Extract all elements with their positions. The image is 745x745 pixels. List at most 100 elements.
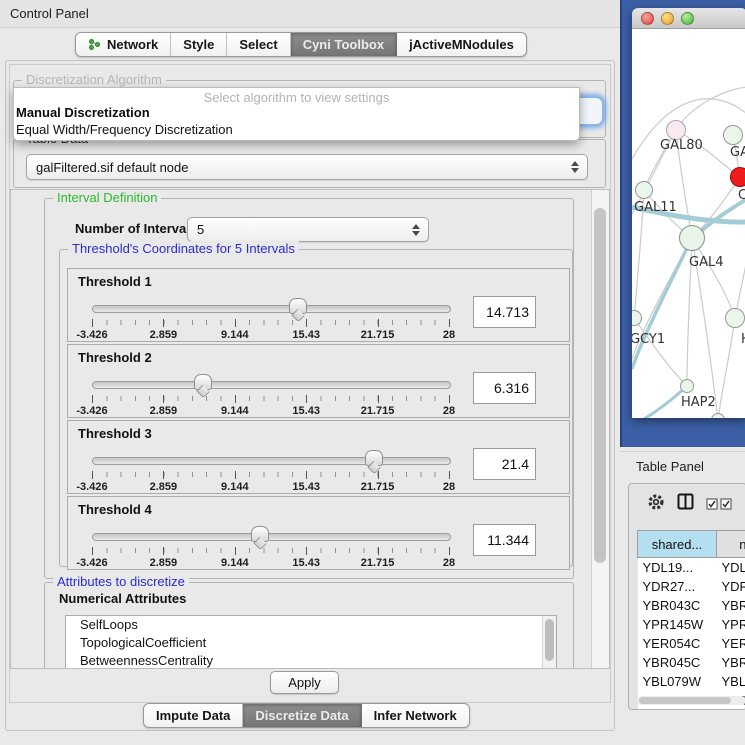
attribute-list-item[interactable]: TopologicalCoefficient <box>66 634 556 652</box>
slider-tick-label: 2.859 <box>150 481 178 493</box>
bottom-tab-bar: Impute DataDiscretize DataInfer Network <box>143 703 470 728</box>
threshold-value-field[interactable]: 21.4 <box>473 448 536 480</box>
threshold-box: Threshold 2 -3.4262.8599.14415.4321.7152… <box>67 344 570 418</box>
numerical-attributes-list[interactable]: SelfLoopsTopologicalCoefficientBetweenne… <box>65 615 557 669</box>
zoom-traffic-light-icon[interactable] <box>681 12 694 25</box>
settings-gear-icon[interactable] <box>647 493 665 516</box>
network-canvas[interactable]: GAL80GACGAL11GAL4GCY1HHAP2 <box>632 29 745 418</box>
tab-label: Style <box>183 37 214 52</box>
slider-handle-icon[interactable] <box>251 526 269 542</box>
slider-handle-icon[interactable] <box>365 450 383 466</box>
table-cell[interactable]: YDR2 <box>717 577 745 596</box>
table-cell[interactable]: YDR27... <box>638 577 717 596</box>
checkbox-icon <box>720 498 732 510</box>
threshold-value-field[interactable]: 6.316 <box>473 372 536 404</box>
network-node[interactable] <box>730 167 745 187</box>
interval-definition-groupbox: Interval Definition Number of Intervals … <box>44 198 574 579</box>
table-row[interactable]: YER054CYER0 <box>638 634 745 653</box>
slider-tick-label: 2.859 <box>150 405 178 417</box>
apply-button-label: Apply <box>288 675 321 690</box>
column-header-shared[interactable]: shared... <box>638 531 717 558</box>
table-cell[interactable]: YER054C <box>638 634 717 653</box>
column-header-name[interactable]: na <box>717 531 745 558</box>
table-cell[interactable]: YPR1 <box>717 615 745 634</box>
attribute-list-item[interactable]: BetweennessCentrality <box>66 652 556 669</box>
tab-jactivemnodules[interactable]: jActiveMNodules <box>397 33 526 56</box>
slider-major-tick <box>378 319 379 327</box>
slider-handle-icon[interactable] <box>194 374 212 390</box>
apply-button[interactable]: Apply <box>270 671 339 694</box>
close-traffic-light-icon[interactable] <box>641 12 654 25</box>
table-cell[interactable]: YBR0 <box>717 653 745 672</box>
network-node[interactable] <box>666 120 686 140</box>
table-row[interactable]: YDL19...YDL1 <box>638 558 745 578</box>
thresholds-groupbox: Threshold's Coordinates for 5 Intervals … <box>59 249 573 567</box>
network-window[interactable]: GAL80GACGAL11GAL4GCY1HHAP2 <box>632 8 745 418</box>
table-cell[interactable]: YBL079W <box>638 672 717 691</box>
slider-tick-label: 9.144 <box>221 557 249 569</box>
slider-minor-ticks <box>92 548 449 553</box>
tab-network[interactable]: Network <box>76 33 171 56</box>
table-row[interactable]: YPR145WYPR1 <box>638 615 745 634</box>
table-row[interactable]: YBL079WYBL0 <box>638 672 745 691</box>
tab-select[interactable]: Select <box>227 33 290 56</box>
network-node[interactable] <box>723 125 743 145</box>
network-node[interactable] <box>679 225 705 251</box>
attributes-scrollbar[interactable] <box>542 616 556 669</box>
checkbox-filter-icons[interactable] <box>706 498 732 510</box>
slider-track[interactable] <box>92 533 451 541</box>
threshold-value-field[interactable]: 11.344 <box>473 524 536 556</box>
attributes-groupbox: Attributes to discretize Numerical Attri… <box>44 582 574 669</box>
table-row[interactable]: YBR043CYBR0 <box>638 596 745 615</box>
slider-tick-label: 21.715 <box>361 557 395 569</box>
threshold-slider[interactable]: -3.4262.8599.14415.4321.71528 <box>92 450 449 490</box>
table-cell[interactable]: YBR0 <box>717 596 745 615</box>
network-node[interactable] <box>680 379 694 393</box>
number-of-intervals-combobox[interactable]: 5 <box>187 217 429 242</box>
network-node[interactable] <box>725 308 745 328</box>
minimize-traffic-light-icon[interactable] <box>661 12 674 25</box>
table-data-combobox[interactable]: galFiltered.sif default node <box>26 154 588 180</box>
slider-major-tick <box>378 547 379 555</box>
interval-definition-title: Interval Definition <box>53 190 161 205</box>
slider-track[interactable] <box>92 381 451 389</box>
slider-major-tick <box>235 471 236 479</box>
table-row[interactable]: YDR27...YDR2 <box>638 577 745 596</box>
table-row[interactable]: YBR045CYBR0 <box>638 653 745 672</box>
slider-track[interactable] <box>92 457 451 465</box>
node-attribute-table: shared... na YDL19...YDL1YDR27...YDR2YBR… <box>637 530 745 710</box>
table-cell[interactable]: YER0 <box>717 634 745 653</box>
slider-track[interactable] <box>92 305 451 313</box>
table-cell[interactable]: YBL0 <box>717 672 745 691</box>
algorithm-option-equal-width[interactable]: Equal Width/Frequency Discretization <box>16 122 233 137</box>
slider-major-tick <box>235 395 236 403</box>
slider-major-tick <box>163 319 164 327</box>
network-node[interactable] <box>635 181 653 199</box>
tab-cyni-toolbox[interactable]: Cyni Toolbox <box>291 33 397 56</box>
tab-infer-network[interactable]: Infer Network <box>362 704 469 727</box>
table-cell[interactable]: YBR043C <box>638 596 717 615</box>
network-window-titlebar[interactable] <box>632 8 745 29</box>
attribute-list-item[interactable]: SelfLoops <box>66 616 556 634</box>
slider-tick-label: 28 <box>443 481 455 493</box>
table-cell[interactable]: YDL19... <box>638 558 717 578</box>
settings-vertical-scrollbar[interactable] <box>591 190 609 668</box>
slider-major-tick <box>92 319 93 327</box>
slider-major-tick <box>92 547 93 555</box>
algorithm-option-manual[interactable]: Manual Discretization <box>16 105 150 120</box>
split-columns-icon[interactable] <box>677 493 694 515</box>
threshold-slider[interactable]: -3.4262.8599.14415.4321.71528 <box>92 298 449 338</box>
slider-tick-label: 9.144 <box>221 481 249 493</box>
slider-handle-icon[interactable] <box>289 298 307 314</box>
table-horizontal-scrollbar[interactable] <box>637 696 745 705</box>
threshold-slider[interactable]: -3.4262.8599.14415.4321.71528 <box>92 374 449 414</box>
tab-style[interactable]: Style <box>171 33 227 56</box>
threshold-slider[interactable]: -3.4262.8599.14415.4321.71528 <box>92 526 449 566</box>
slider-tick-label: 15.43 <box>292 405 320 417</box>
table-cell[interactable]: YDL1 <box>717 558 745 578</box>
threshold-value-field[interactable]: 14.713 <box>473 296 536 328</box>
tab-discretize-data[interactable]: Discretize Data <box>243 704 361 727</box>
table-cell[interactable]: YBR045C <box>638 653 717 672</box>
table-cell[interactable]: YPR145W <box>638 615 717 634</box>
tab-impute-data[interactable]: Impute Data <box>144 704 243 727</box>
